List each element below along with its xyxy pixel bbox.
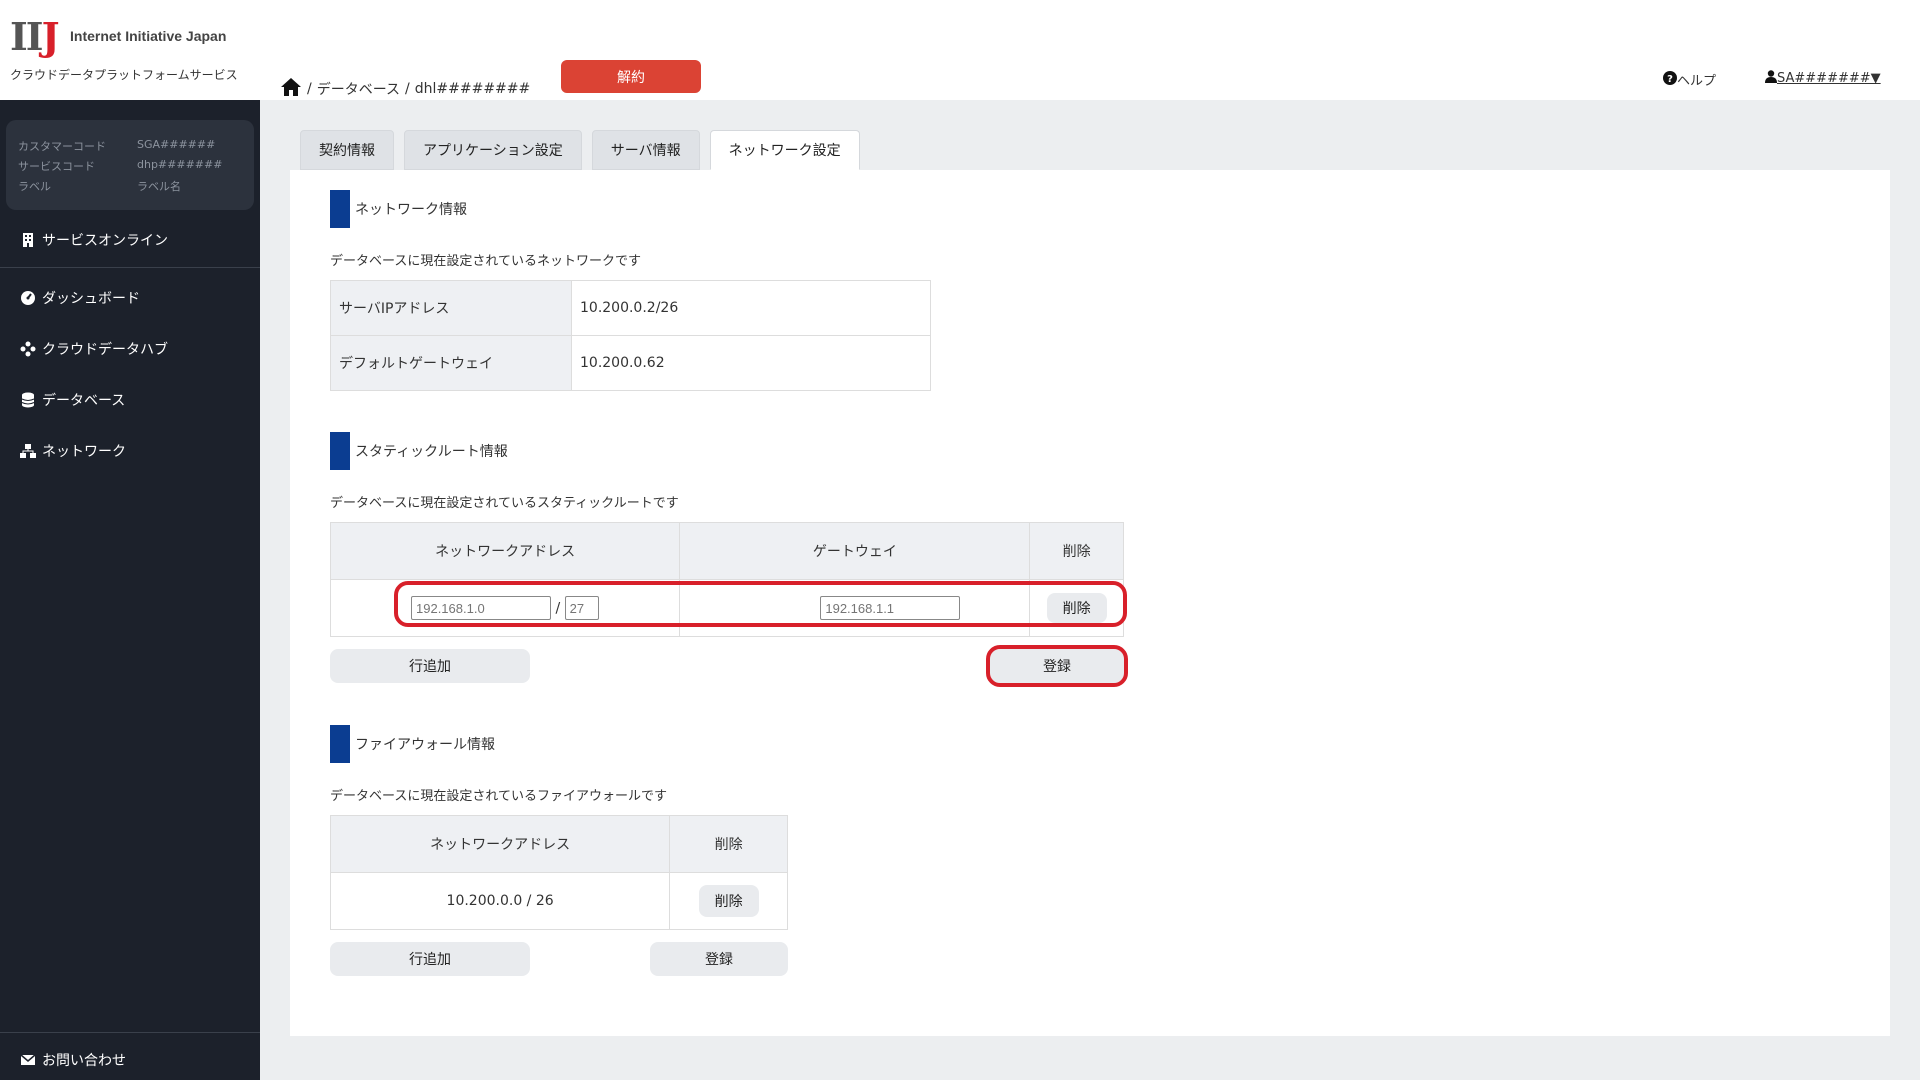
tab-contract-info[interactable]: 契約情報 [300,130,394,170]
default-gateway-value: 10.200.0.62 [571,335,931,391]
static-route-description: データベースに現在設定されているスタティックルートです [330,496,679,511]
tab-bar: 契約情報 アプリケーション設定 サーバ情報 ネットワーク設定 [300,130,860,170]
column-header-delete: 削除 [1029,522,1124,580]
firewall-register-button[interactable]: 登録 [650,942,788,976]
sidebar-item-label: クラウドデータハブ [42,342,168,358]
firewall-description: データベースに現在設定されているファイアウォールです [330,789,667,804]
firewall-table: ネットワークアドレス 削除 10.200.0.0 / 26 削除 [329,815,788,930]
service-code-value: dhp####### [137,158,223,171]
breadcrumb-separator: / [307,81,312,97]
breadcrumb: / データベース / dhl######## [280,77,530,101]
sidebar-item-label: ダッシュボード [42,291,140,307]
customer-code-label: カスタマーコード [18,140,106,153]
table-header-row: ネットワークアドレス ゲートウェイ 削除 [329,522,1124,580]
table-row: デフォルトゲートウェイ 10.200.0.62 [330,335,931,391]
column-header-network-address: ネットワークアドレス [329,522,681,580]
hub-icon [20,341,36,357]
column-header-delete: 削除 [669,815,788,873]
building-icon [20,232,36,248]
static-route-title: スタティックルート情報 [330,432,508,470]
server-ip-label: サーバIPアドレス [330,280,572,336]
table-row: 10.200.0.0 / 26 削除 [329,872,788,930]
breadcrumb-current: dhl######## [414,81,531,97]
label-value: ラベル名 [137,180,181,193]
delete-cell: 削除 [669,872,788,930]
section-bar [330,432,350,470]
static-route-title-text: スタティックルート情報 [355,444,508,460]
iij-logo: IIJ [10,14,60,59]
firewall-add-row-button[interactable]: 行追加 [330,942,530,976]
content-panel: ネットワーク情報 データベースに現在設定されているネットワークです サーバIPア… [290,170,1890,1036]
help-label: ヘルプ [1677,74,1717,89]
firewall-title-text: ファイアウォール情報 [355,737,495,753]
sidebar-item-label: ネットワーク [42,444,126,460]
label-row: ラベル ラベル名 [18,178,181,194]
sidebar-divider [0,267,260,268]
sidebar-item-network[interactable]: ネットワーク [20,441,126,461]
table-row: サーバIPアドレス 10.200.0.2/26 [330,280,931,336]
firewall-address-cell: 10.200.0.0 / 26 [329,872,671,930]
gauge-icon [20,290,36,306]
highlight-register-button [986,645,1128,687]
column-header-network-address: ネットワークアドレス [329,815,671,873]
tab-server-info[interactable]: サーバ情報 [591,130,700,170]
network-info-description: データベースに現在設定されているネットワークです [330,254,641,269]
envelope-icon [20,1052,36,1068]
highlight-route-row [394,581,1127,627]
customer-code-row: カスタマーコード SGA###### [18,138,215,154]
sidebar-item-label: サービスオンライン [42,233,168,249]
home-icon[interactable] [280,77,302,101]
label-label: ラベル [18,180,51,193]
tab-application-settings[interactable]: アプリケーション設定 [404,130,582,170]
sidebar-item-dashboard[interactable]: ダッシュボード [20,288,140,308]
breadcrumb-database[interactable]: データベース [317,79,400,99]
database-icon [20,392,36,408]
breadcrumb-separator: / [405,81,410,97]
service-name: クラウドデータプラットフォームサービス [10,68,238,82]
service-code-label: サービスコード [18,160,95,173]
sidebar-item-database[interactable]: データベース [20,390,125,410]
section-bar [330,725,350,763]
logo-area: IIJ Internet Initiative Japan クラウドデータプラッ… [0,0,260,100]
network-info-title-text: ネットワーク情報 [355,202,467,218]
sidebar: IIJ Internet Initiative Japan クラウドデータプラッ… [0,0,260,1080]
sidebar-item-cloud-data-hub[interactable]: クラウドデータハブ [20,339,168,359]
sidebar-item-label: データベース [42,393,126,409]
customer-code-value: SGA###### [137,138,216,151]
contact-label: お問い合わせ [42,1053,126,1069]
static-route-add-row-button[interactable]: 行追加 [330,649,530,683]
network-info-title: ネットワーク情報 [330,190,467,228]
cancel-contract-button[interactable]: 解約 [561,60,701,93]
network-info-table: サーバIPアドレス 10.200.0.2/26 デフォルトゲートウェイ 10.2… [330,280,931,391]
delete-firewall-button[interactable]: 削除 [698,885,759,917]
section-bar [330,190,350,228]
user-icon [1765,70,1777,87]
sidebar-bottom-divider [0,1032,260,1033]
help-link[interactable]: ? ヘルプ [1663,70,1716,89]
firewall-title: ファイアウォール情報 [330,725,495,763]
company-name: Internet Initiative Japan [70,28,227,44]
header: / データベース / dhl######## 解約 ? ヘルプ SA######… [260,0,1920,100]
question-icon: ? [1663,70,1677,89]
column-header-gateway: ゲートウェイ [679,522,1031,580]
user-name: SA#######▼ [1777,71,1881,86]
sidebar-item-service-online[interactable]: サービスオンライン [20,230,168,250]
user-menu[interactable]: SA#######▼ [1765,70,1881,87]
tab-network-settings[interactable]: ネットワーク設定 [709,130,860,170]
svg-text:?: ? [1667,74,1673,85]
network-icon [20,443,36,459]
account-info-box: カスタマーコード SGA###### サービスコード dhp####### ラベ… [6,120,254,210]
service-code-row: サービスコード dhp####### [18,158,222,174]
default-gateway-label: デフォルトゲートウェイ [330,335,572,391]
server-ip-value: 10.200.0.2/26 [571,280,931,336]
sidebar-item-contact[interactable]: お問い合わせ [20,1050,126,1070]
table-header-row: ネットワークアドレス 削除 [329,815,788,873]
